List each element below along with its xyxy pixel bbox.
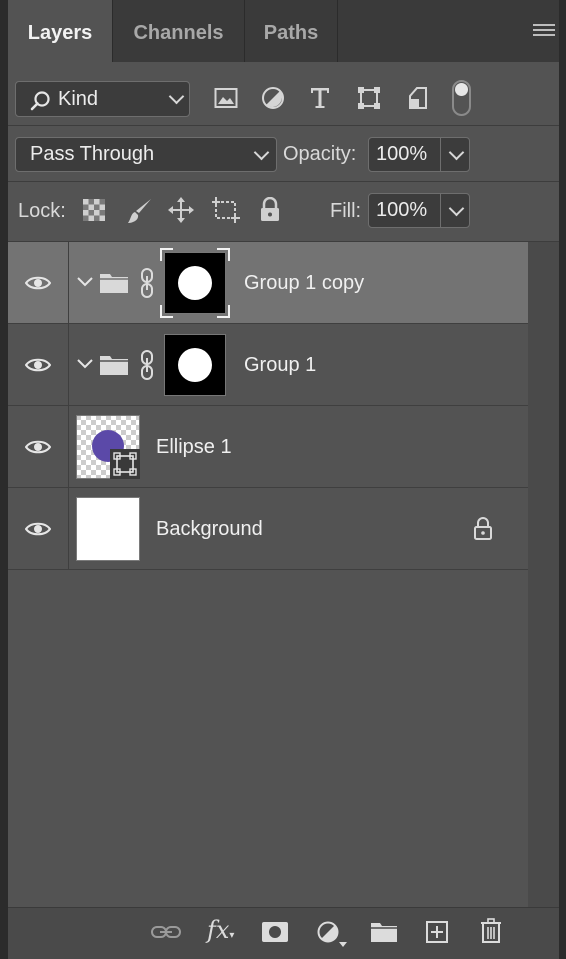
layer-thumbnail[interactable] xyxy=(76,497,140,561)
new-layer-icon[interactable] xyxy=(426,921,448,943)
layer-name[interactable]: Group 1 xyxy=(244,354,316,377)
visibility-column xyxy=(8,488,69,569)
fill-field[interactable]: 100% xyxy=(368,193,470,228)
kind-label: Kind xyxy=(58,88,99,110)
filter-toggle[interactable] xyxy=(452,80,471,116)
smart-object-filter-icon[interactable] xyxy=(407,86,429,110)
layer-row-background[interactable]: Background xyxy=(8,488,528,570)
search-icon xyxy=(30,91,50,111)
eye-icon[interactable] xyxy=(25,521,51,537)
folder-icon xyxy=(100,274,128,293)
chevron-down-icon[interactable] xyxy=(448,144,465,161)
visibility-column xyxy=(8,406,69,487)
eye-icon[interactable] xyxy=(25,275,51,291)
kind-filter-dropdown[interactable]: Kind xyxy=(15,81,190,117)
adjustment-layer-icon[interactable] xyxy=(317,920,347,948)
mask-circle xyxy=(178,348,212,382)
layer-row-ellipse-1[interactable]: Ellipse 1 xyxy=(8,406,528,488)
image-filter-icon[interactable] xyxy=(214,87,238,109)
lock-label: Lock: xyxy=(18,200,66,222)
eye-icon[interactable] xyxy=(25,439,51,455)
chevron-down-icon[interactable] xyxy=(448,200,465,217)
lock-image-pixels-icon[interactable] xyxy=(127,197,153,225)
scrollbar-track[interactable] xyxy=(528,242,559,908)
layer-row-group-1-copy[interactable]: Group 1 copy xyxy=(8,242,528,324)
tab-bar: Layers Channels Paths xyxy=(8,0,559,62)
blend-row: Pass Through Opacity: 100% xyxy=(8,126,559,182)
fill-label: Fill: xyxy=(330,200,362,222)
layer-thumbnail[interactable] xyxy=(76,415,140,479)
opacity-field[interactable]: 100% xyxy=(368,137,470,172)
layer-name[interactable]: Background xyxy=(156,518,263,541)
panel-menu-icon[interactable] xyxy=(533,24,555,40)
link-icon[interactable] xyxy=(139,267,155,299)
eye-icon[interactable] xyxy=(25,357,51,373)
opacity-value: 100% xyxy=(376,143,428,165)
lock-transparent-pixels-icon[interactable] xyxy=(83,199,105,221)
chevron-down-icon[interactable] xyxy=(76,276,94,288)
link-icon[interactable] xyxy=(139,349,155,381)
layers-panel: Layers Channels Paths Kind Pass Through … xyxy=(0,0,566,959)
selection-brackets xyxy=(160,248,230,318)
opacity-label: Opacity: xyxy=(283,143,357,165)
layer-name[interactable]: Group 1 copy xyxy=(244,272,364,295)
chevron-down-icon xyxy=(253,144,270,161)
blend-mode-value: Pass Through xyxy=(30,143,155,165)
visibility-column xyxy=(8,324,69,405)
layer-mask-thumbnail[interactable] xyxy=(164,334,226,396)
type-filter-icon[interactable] xyxy=(309,86,331,110)
blend-mode-dropdown[interactable]: Pass Through xyxy=(15,137,277,172)
delete-layer-icon[interactable] xyxy=(480,918,502,944)
tab-paths[interactable]: Paths xyxy=(245,0,338,62)
tab-channels[interactable]: Channels xyxy=(113,0,245,62)
lock-row: Lock: Fill: 100% xyxy=(8,182,559,242)
shape-filter-icon[interactable] xyxy=(357,86,381,110)
chevron-down-icon xyxy=(168,88,185,105)
layer-name[interactable]: Ellipse 1 xyxy=(156,436,232,459)
link-layers-icon[interactable] xyxy=(151,924,181,940)
fill-value: 100% xyxy=(376,199,428,221)
lock-all-icon[interactable] xyxy=(259,197,281,223)
lock-position-icon[interactable] xyxy=(168,197,194,223)
chevron-down-icon[interactable] xyxy=(76,358,94,370)
fx-icon[interactable]: fx▾ xyxy=(207,916,234,944)
layer-row-group-1[interactable]: Group 1 xyxy=(8,324,528,406)
visibility-column xyxy=(8,242,69,323)
new-group-icon[interactable] xyxy=(370,921,398,943)
add-mask-icon[interactable] xyxy=(261,921,289,943)
folder-icon xyxy=(100,356,128,375)
tab-layers[interactable]: Layers xyxy=(8,0,113,62)
lock-artboard-icon[interactable] xyxy=(212,197,240,223)
filter-row: Kind xyxy=(8,62,559,126)
panel-body: Layers Channels Paths Kind Pass Through … xyxy=(8,0,559,959)
adjustment-filter-icon[interactable] xyxy=(261,86,285,110)
lock-icon[interactable] xyxy=(473,517,493,541)
panel-footer: fx▾ xyxy=(8,907,559,959)
